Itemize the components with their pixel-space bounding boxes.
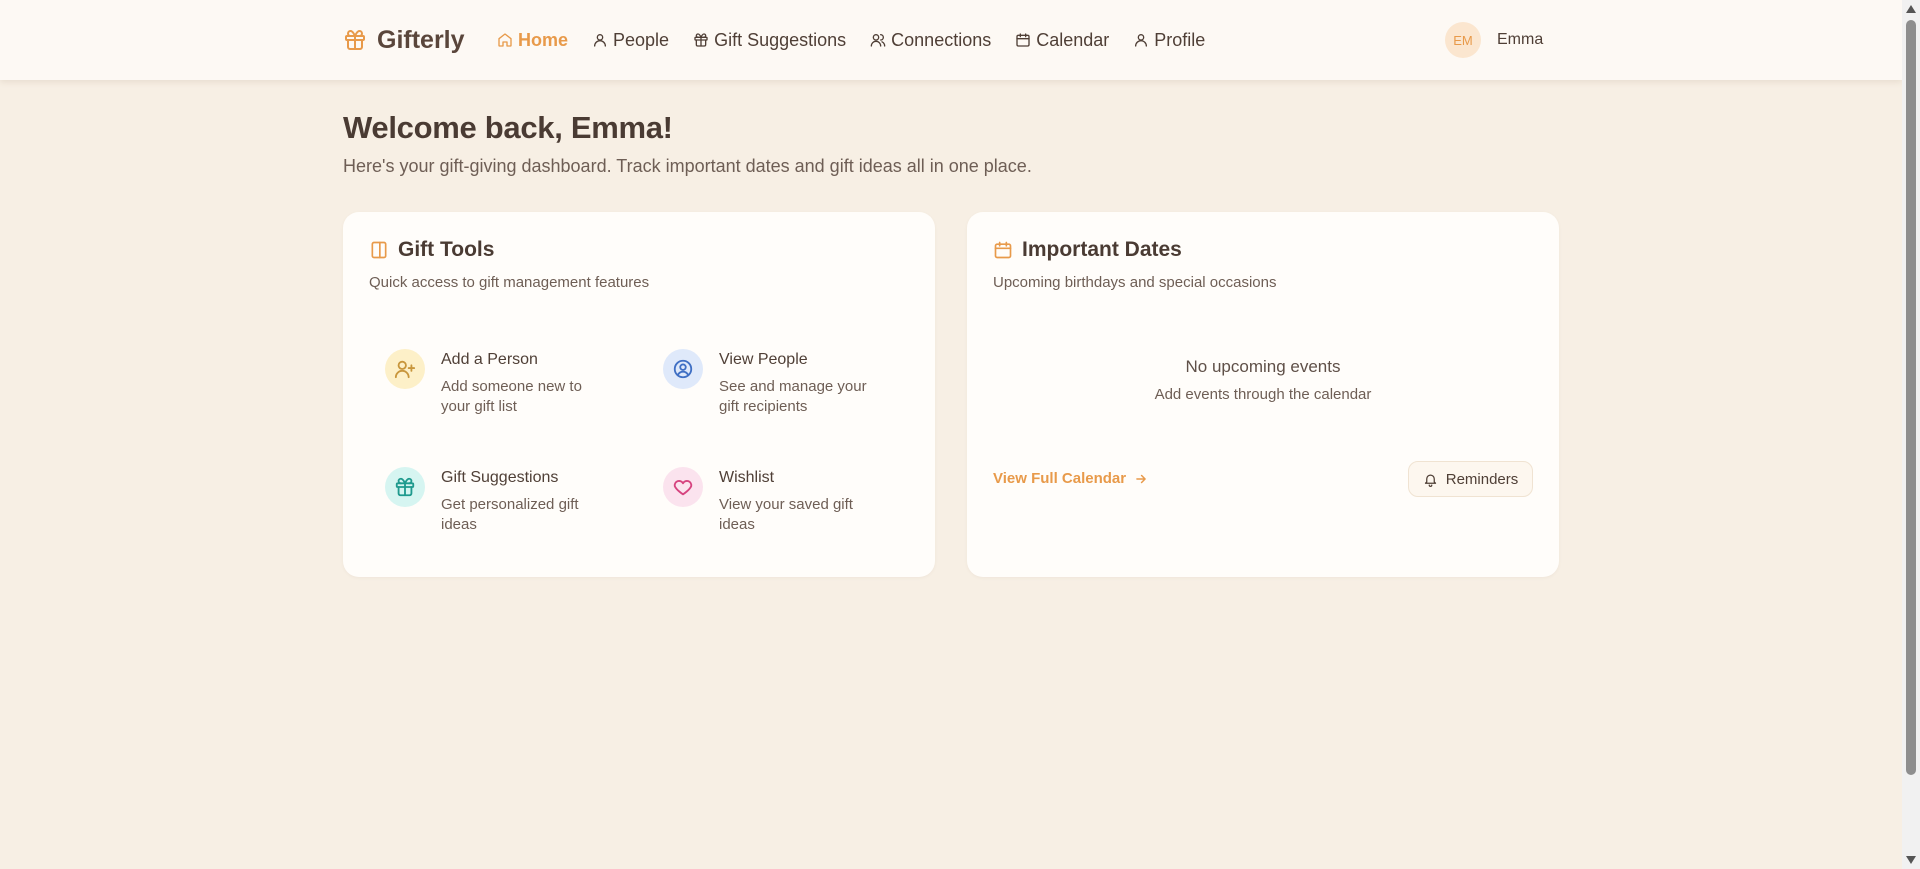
heart-icon xyxy=(673,480,693,496)
gift-tools-subtitle: Quick access to gift management features xyxy=(369,274,650,291)
view-full-calendar-link[interactable]: View Full Calendar xyxy=(993,470,1148,487)
nav-gift-suggestions-label: Gift Suggestions xyxy=(714,29,847,50)
nav-profile-label: Profile xyxy=(1154,29,1206,50)
nav-home[interactable]: Home xyxy=(497,30,568,51)
tool-desc: See and manage your gift recipients xyxy=(719,378,867,415)
calendar-icon xyxy=(1016,33,1030,47)
tool-desc: View your saved gift ideas xyxy=(719,496,853,533)
users-icon xyxy=(870,34,886,47)
tool-gift-suggestions[interactable]: Gift Suggestions Get personalized gift i… xyxy=(385,467,625,535)
reminders-button[interactable]: Reminders xyxy=(1408,461,1533,497)
person-icon xyxy=(594,34,607,47)
panel-icon xyxy=(371,241,387,259)
tool-text: View People See and manage your gift rec… xyxy=(719,349,889,417)
tool-desc: Add someone new to your gift list xyxy=(441,378,582,415)
brand-name: Gifterly xyxy=(377,25,465,54)
tool-text: Gift Suggestions Get personalized gift i… xyxy=(441,467,611,535)
tool-text: Wishlist View your saved gift ideas xyxy=(719,467,889,535)
gift-icon xyxy=(395,477,415,497)
tool-icon-bg xyxy=(663,349,703,389)
welcome-section: Welcome back, Emma! Here's your gift-giv… xyxy=(343,110,1032,177)
tool-title: Wishlist xyxy=(719,469,775,486)
tool-icon-bg xyxy=(385,467,425,507)
gift-tools-header: Gift Tools xyxy=(369,238,494,262)
arrow-right-icon xyxy=(1136,474,1146,483)
scroll-up-arrow[interactable] xyxy=(1906,5,1916,13)
user-icon xyxy=(1135,34,1148,47)
important-dates-title: Important Dates xyxy=(1022,238,1182,261)
avatar[interactable]: EM xyxy=(1445,22,1481,58)
tool-wishlist[interactable]: Wishlist View your saved gift ideas xyxy=(663,467,903,535)
brand-logo[interactable]: Gifterly xyxy=(343,24,465,56)
user-circle-icon xyxy=(673,359,693,379)
home-icon xyxy=(498,33,512,47)
bell-icon xyxy=(1424,474,1436,487)
page-subtitle: Here's your gift-giving dashboard. Track… xyxy=(343,156,1032,176)
nav-calendar-label: Calendar xyxy=(1036,29,1110,50)
tool-text: Add a Person Add someone new to your gif… xyxy=(441,349,611,417)
page-title: Welcome back, Emma! xyxy=(343,110,673,145)
nav-connections[interactable]: Connections xyxy=(870,30,991,51)
nav-people[interactable]: People xyxy=(592,30,669,51)
gift-tools-card: Gift Tools Quick access to gift manageme… xyxy=(343,212,935,577)
important-dates-header: Important Dates xyxy=(993,238,1182,262)
nav-connections-label: Connections xyxy=(891,29,992,50)
page-scrollbar[interactable] xyxy=(1902,0,1920,869)
nav-gift-suggestions[interactable]: Gift Suggestions xyxy=(693,30,846,51)
gift-tools-title: Gift Tools xyxy=(398,238,495,261)
tool-icon-bg xyxy=(385,349,425,389)
tool-title: Gift Suggestions xyxy=(441,469,559,486)
tool-icon-bg xyxy=(663,467,703,507)
user-name[interactable]: Emma xyxy=(1497,31,1543,49)
calendar-icon xyxy=(994,241,1012,259)
nav-calendar[interactable]: Calendar xyxy=(1015,30,1109,51)
tool-title: View People xyxy=(719,351,808,368)
empty-state-subtitle: Add events through the calendar xyxy=(1154,386,1372,403)
gift-icon xyxy=(694,33,708,47)
tool-title: Add a Person xyxy=(441,351,538,368)
scroll-down-arrow[interactable] xyxy=(1906,856,1916,864)
empty-state-title: No upcoming events xyxy=(1185,357,1341,376)
user-menu[interactable]: EM Emma xyxy=(1445,22,1543,58)
nav-people-label: People xyxy=(613,29,670,50)
main-nav: Home People Gift Suggestions Connections… xyxy=(497,27,1205,53)
view-full-calendar-label: View Full Calendar xyxy=(993,470,1127,487)
tool-view-people[interactable]: View People See and manage your gift rec… xyxy=(663,349,903,417)
nav-home-label: Home xyxy=(518,29,569,50)
user-plus-icon xyxy=(394,360,416,379)
gift-icon xyxy=(345,30,365,50)
important-dates-card: Important Dates Upcoming birthdays and s… xyxy=(967,212,1559,577)
scroll-thumb[interactable] xyxy=(1906,20,1916,775)
empty-state: No upcoming events Add events through th… xyxy=(967,357,1559,403)
tool-desc: Get personalized gift ideas xyxy=(441,496,579,533)
important-dates-subtitle: Upcoming birthdays and special occasions xyxy=(993,274,1277,291)
reminders-label: Reminders xyxy=(1445,470,1519,488)
tool-add-person[interactable]: Add a Person Add someone new to your gif… xyxy=(385,349,625,417)
top-navigation-bar: Gifterly Home People Gift Suggestions Co… xyxy=(0,0,1902,80)
nav-profile[interactable]: Profile xyxy=(1133,30,1205,51)
